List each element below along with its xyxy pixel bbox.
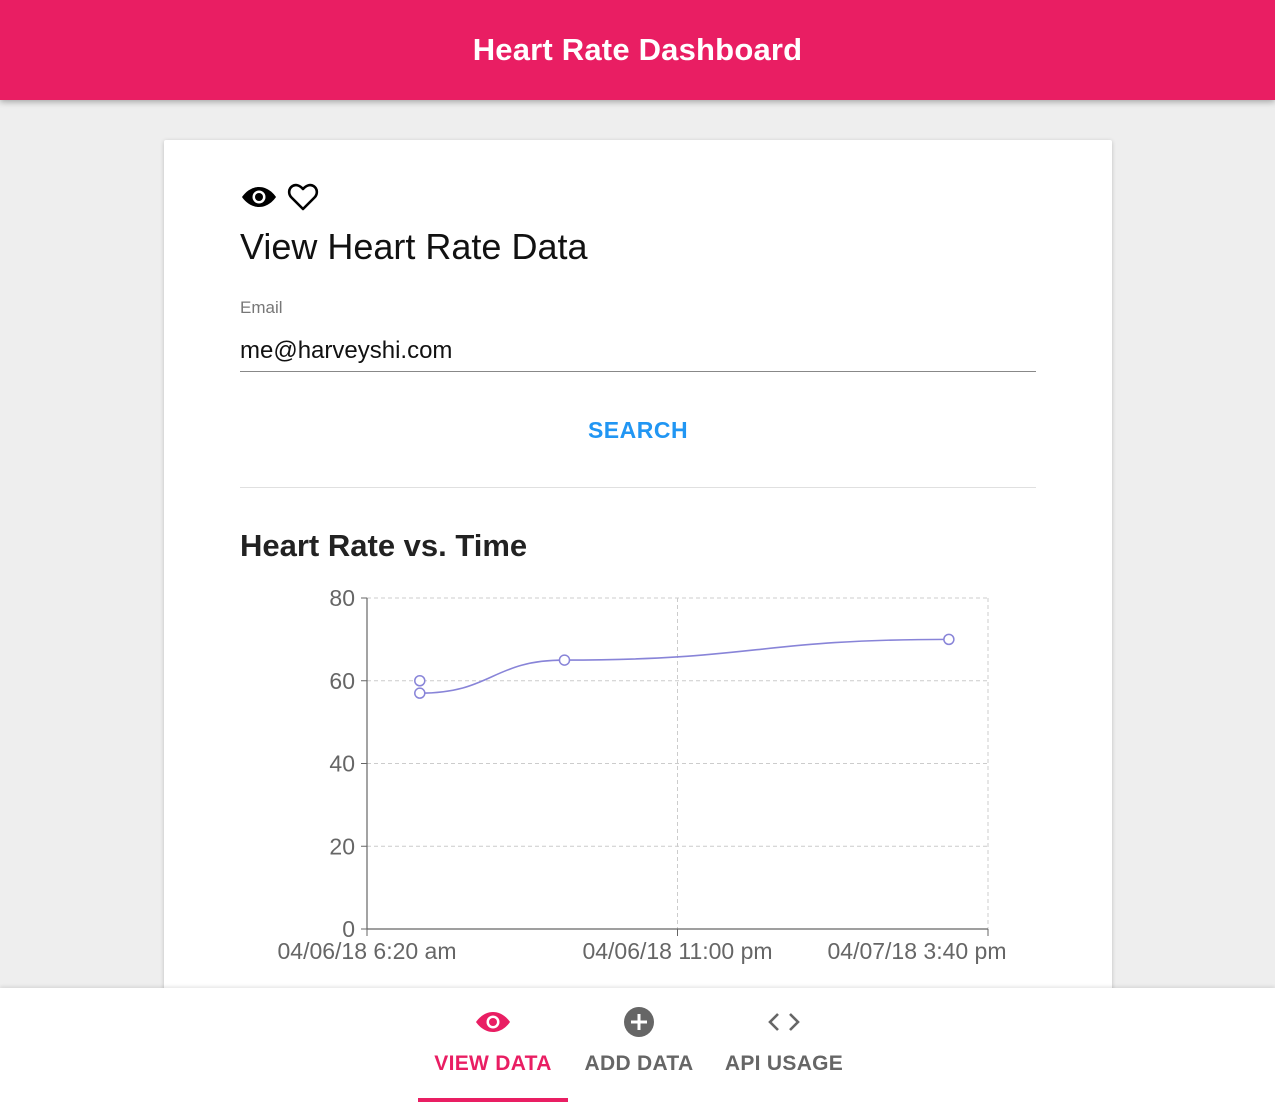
active-tab-indicator [418,1098,568,1102]
x-tick-label: 04/06/18 11:00 pm [582,938,772,964]
x-tick-label: 04/06/18 6:20 am [277,938,456,964]
nav-add-data[interactable]: ADD DATA [564,988,714,1102]
series-line [419,638,949,694]
y-tick-label: 80 [329,585,355,611]
y-tick-label: 60 [329,668,355,694]
view-data-card: View Heart Rate Data Email SEARCH Heart … [164,140,1112,1020]
data-point [414,675,426,687]
add-circle-icon [623,1006,655,1038]
nav-view-data-label: VIEW DATA [434,1052,552,1075]
nav-api-usage[interactable]: API USAGE [709,988,859,1102]
data-point [943,633,955,646]
app-bar: Heart Rate Dashboard [0,0,1275,100]
data-point [414,687,426,699]
y-tick-label: 40 [329,751,355,777]
app-title: Heart Rate Dashboard [472,32,803,67]
code-icon [767,1006,801,1038]
bottom-navigation: VIEW DATA ADD DATA API USAGE [0,988,1275,1102]
y-tick-label: 20 [329,833,355,859]
nav-add-data-label: ADD DATA [584,1052,694,1075]
nav-view-data[interactable]: VIEW DATA [418,988,568,1102]
nav-api-usage-label: API USAGE [724,1052,844,1075]
data-point [558,654,571,666]
x-tick-label: 04/07/18 3:40 pm [827,938,1006,964]
eye-icon [475,1006,511,1038]
heart-rate-chart: 02040608004/06/18 6:20 am 04/06/18 11:00 … [277,585,1006,964]
